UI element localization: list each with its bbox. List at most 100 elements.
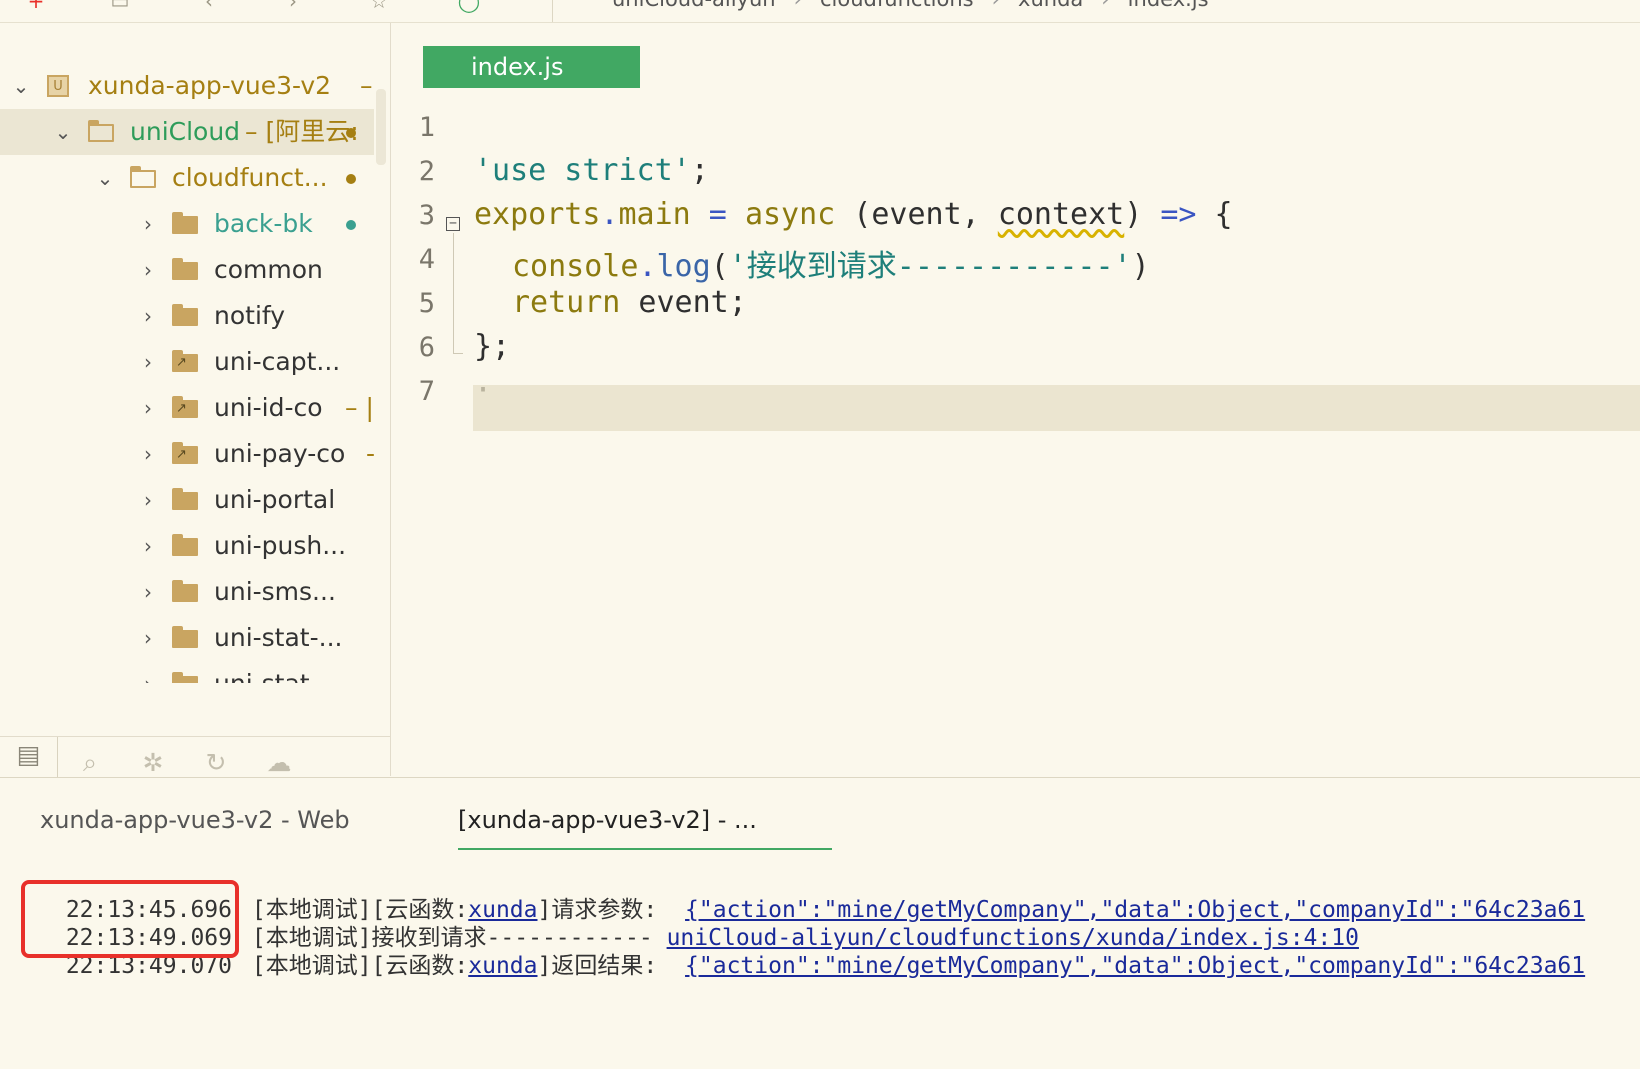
add-icon[interactable]: + [24, 0, 48, 12]
code-token: { [1196, 197, 1233, 232]
tree-item-label: notify [214, 301, 286, 330]
sync-icon[interactable]: ↻ [196, 745, 236, 781]
code-editor[interactable]: index.js − 1 2 3 4 5 6 7 'use strict'; e… [391, 23, 1640, 776]
code-token: console [512, 249, 639, 284]
tree-item-label: uni-stat-... [214, 623, 343, 652]
chevron-right-icon: › [1101, 0, 1109, 11]
code-token: (event, [835, 197, 998, 232]
folder-open-icon [88, 120, 114, 142]
folder-link-icon: ↗ [172, 442, 198, 464]
log-function-link[interactable]: xunda [468, 953, 537, 979]
save-icon[interactable]: ▭ [108, 0, 132, 12]
tree-item-folder[interactable]: › common [0, 247, 374, 293]
tree-item-folder[interactable]: › uni-sms... [0, 569, 374, 615]
line-number: 4 [418, 244, 435, 275]
code-token: '接收到请求------------' [728, 249, 1132, 284]
tree-item-cloudfunctions[interactable]: ⌄ cloudfunct... [0, 155, 374, 201]
chevron-down-icon[interactable]: ⌄ [10, 63, 32, 109]
chevron-right-icon[interactable]: › [137, 523, 159, 569]
code-token: main [618, 197, 691, 232]
fold-guide-end [453, 353, 463, 354]
breadcrumb-item[interactable]: index.js [1128, 0, 1209, 11]
breadcrumb-item[interactable]: uniCloud-aliyun [612, 0, 776, 11]
console-tab-web[interactable]: xunda-app-vue3-v2 - Web [40, 806, 350, 834]
fold-guide [453, 233, 454, 353]
folder-icon [172, 304, 198, 326]
code-line-6: }; [474, 329, 511, 364]
tree-item-folder[interactable]: › ↗ uni-id-co – | [0, 385, 374, 431]
tree-item-folder[interactable]: › uni-portal [0, 477, 374, 523]
tree-item-folder[interactable]: › notify [0, 293, 374, 339]
code-token: exports [474, 197, 601, 232]
folder-link-icon: ↗ [172, 350, 198, 372]
modified-dot-icon [346, 128, 356, 138]
project-icon: U [47, 75, 69, 97]
code-line-7: · [474, 373, 493, 408]
chevron-right-icon[interactable]: › [137, 201, 159, 247]
log-data-link[interactable]: {"action":"mine/getMyCompany","data":Obj… [685, 953, 1585, 979]
tree-item-folder[interactable]: › back-bk [0, 201, 374, 247]
log-line: 22:13:49.070 [本地调试][云函数:xunda]返回结果: {"ac… [0, 952, 1585, 980]
project-explorer: ⌄ U xunda-app-vue3-v2 – ⌄ uniCloud – [阿里… [0, 23, 391, 791]
tree-item-label: common [214, 255, 323, 284]
tree-item-project[interactable]: ⌄ U xunda-app-vue3-v2 – [0, 63, 374, 109]
tree-item-suffix: – [360, 71, 373, 100]
chevron-right-icon[interactable]: › [137, 247, 159, 293]
fold-collapse-icon[interactable]: − [446, 217, 460, 231]
cloud-icon[interactable]: ☁ [259, 745, 299, 781]
log-source-link[interactable]: uniCloud-aliyun/cloudfunctions/xunda/ind… [667, 925, 1359, 951]
code-token: return [512, 285, 621, 320]
chevron-right-icon[interactable]: › [137, 431, 159, 477]
sidebar-scrollbar[interactable] [376, 89, 386, 165]
tree-item-folder[interactable]: › ↗ uni-capt... [0, 339, 374, 385]
code-token: ) [1131, 249, 1150, 284]
log-prefix: [本地调试][云函数: [251, 897, 469, 923]
search-icon[interactable]: ⌕ [70, 745, 110, 781]
chevron-down-icon[interactable]: ⌄ [52, 109, 74, 155]
log-function-link[interactable]: xunda [468, 897, 537, 923]
console-tab-cloud[interactable]: [xunda-app-vue3-v2] - ... [458, 806, 832, 850]
tree-item-unicloud[interactable]: ⌄ uniCloud – [阿里云: [0, 109, 374, 155]
tree-item-suffix: – [阿里云: [245, 117, 359, 146]
code-line-3: exports.main = async (event, context) =>… [474, 197, 1233, 232]
tree-item-label: uni-capt... [214, 347, 341, 376]
tree-item-label: cloudfunct... [172, 163, 328, 192]
code-line-2: 'use strict'; [474, 153, 709, 188]
log-data-link[interactable]: {"action":"mine/getMyCompany","data":Obj… [685, 897, 1585, 923]
code-line-4: console.log('接收到请求------------') [512, 241, 1150, 285]
run-icon[interactable]: ◯ [457, 0, 481, 12]
chevron-right-icon[interactable]: › [137, 293, 159, 339]
log-label: ]返回结果: [537, 953, 672, 979]
chevron-right-icon: › [992, 0, 1000, 11]
tree-item-label: back-bk [214, 209, 313, 238]
folder-icon [172, 258, 198, 280]
tree-item-suffix: - [366, 439, 376, 468]
chevron-right-icon[interactable]: › [137, 385, 159, 431]
line-number: 7 [418, 376, 435, 407]
forward-icon[interactable]: › [281, 0, 305, 12]
star-icon[interactable]: ☆ [367, 0, 391, 12]
breadcrumb-item[interactable]: cloudfunctions [820, 0, 974, 11]
breadcrumb: uniCloud-aliyun › cloudfunctions › xunda › ind… [552, 0, 1209, 17]
tree-item-label: uni-portal [214, 485, 336, 514]
debug-icon[interactable]: ✲ [133, 745, 173, 781]
breadcrumb-item[interactable]: xunda [1018, 0, 1083, 11]
chevron-down-icon[interactable]: ⌄ [94, 155, 116, 201]
back-icon[interactable]: ‹ [197, 0, 221, 12]
chevron-right-icon[interactable]: › [137, 615, 159, 661]
folder-icon [172, 672, 198, 683]
chevron-right-icon[interactable]: › [137, 477, 159, 523]
tree-item-folder[interactable]: › uni-stat [0, 661, 374, 683]
code-token: => [1160, 197, 1197, 232]
chevron-right-icon[interactable]: › [137, 661, 159, 683]
code-token: ( [710, 249, 729, 284]
chevron-right-icon[interactable]: › [137, 339, 159, 385]
chevron-right-icon[interactable]: › [137, 569, 159, 615]
tree-item-suffix: – | [345, 393, 374, 422]
tree-item-folder[interactable]: › ↗ uni-pay-co - [0, 431, 376, 477]
tree-item-folder[interactable]: › uni-push... [0, 523, 374, 569]
tree-item-folder[interactable]: › uni-stat-... [0, 615, 374, 661]
tab-index-js[interactable]: index.js [423, 46, 640, 88]
line-number: 5 [418, 288, 435, 319]
code-line-5: return event; [512, 285, 747, 320]
